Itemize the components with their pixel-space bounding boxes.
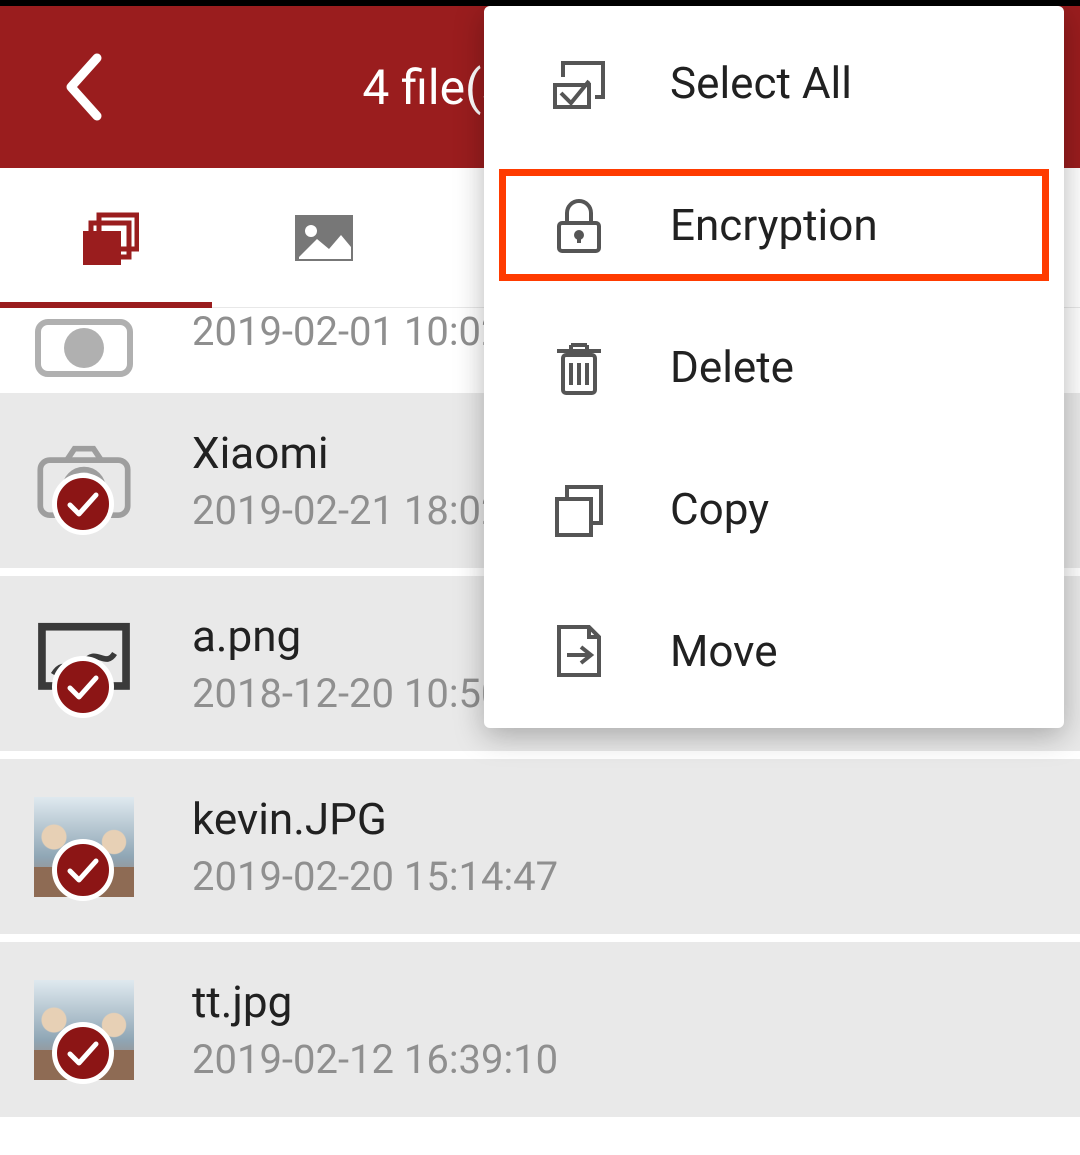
file-date: 2019-02-12 16:39:10 <box>192 1036 558 1083</box>
menu-label: Select All <box>670 57 852 109</box>
copy-icon <box>544 479 614 539</box>
move-icon <box>544 621 614 681</box>
image-icon <box>293 207 355 269</box>
list-item[interactable]: tt.jpg 2019-02-12 16:39:10 <box>0 942 1080 1125</box>
selected-check-icon <box>52 473 114 535</box>
file-thumb <box>34 614 134 714</box>
select-all-icon <box>544 53 614 113</box>
menu-label: Copy <box>670 483 769 535</box>
file-thumb <box>34 797 134 897</box>
lock-icon <box>544 195 614 255</box>
selected-check-icon <box>52 656 114 718</box>
file-name: tt.jpg <box>192 976 558 1028</box>
camera-icon <box>34 308 134 378</box>
menu-encryption[interactable]: Encryption <box>484 154 1064 296</box>
file-date: 2019-02-01 10:02: <box>192 308 513 355</box>
menu-label: Encryption <box>670 199 878 251</box>
file-thumb <box>34 980 134 1080</box>
menu-label: Delete <box>670 341 794 393</box>
file-name: kevin.JPG <box>192 793 558 845</box>
tab-images[interactable] <box>216 168 432 307</box>
file-name: Xiaomi <box>192 427 513 479</box>
menu-select-all[interactable]: Select All <box>484 12 1064 154</box>
context-menu: Select All Encryption De <box>484 6 1064 728</box>
selected-check-icon <box>52 839 114 901</box>
menu-label: Move <box>670 625 778 677</box>
selected-check-icon <box>52 1022 114 1084</box>
file-date: 2019-02-20 15:14:47 <box>192 853 558 900</box>
file-thumb <box>34 308 134 408</box>
trash-icon <box>544 337 614 397</box>
tab-files[interactable] <box>0 168 216 307</box>
menu-copy[interactable]: Copy <box>484 438 1064 580</box>
menu-move[interactable]: Move <box>484 580 1064 722</box>
file-name: a.png <box>192 610 513 662</box>
file-thumb <box>34 431 134 531</box>
file-date: 2019-02-21 18:02: <box>192 487 513 534</box>
list-item[interactable]: kevin.JPG 2019-02-20 15:14:47 <box>0 759 1080 942</box>
stack-icon <box>77 207 139 269</box>
menu-delete[interactable]: Delete <box>484 296 1064 438</box>
file-date: 2018-12-20 10:50: <box>192 670 513 717</box>
